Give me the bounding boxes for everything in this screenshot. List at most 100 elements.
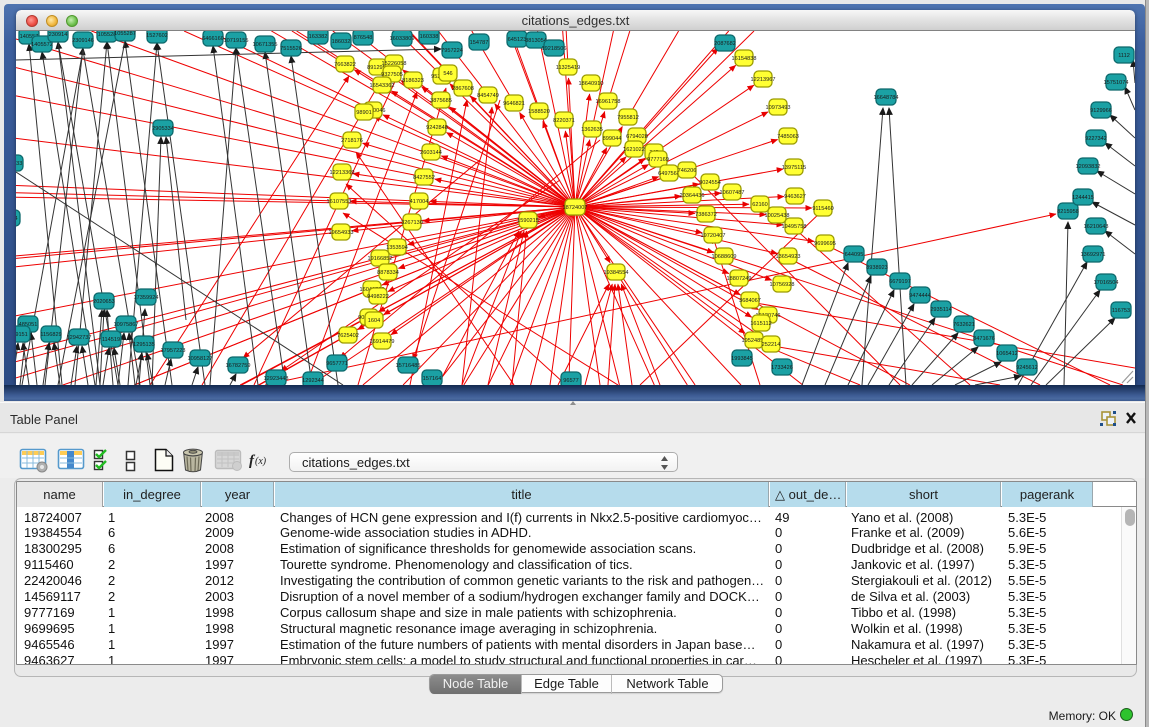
svg-text:16648784: 16648784 bbox=[874, 95, 899, 101]
svg-text:(x): (x) bbox=[255, 456, 267, 467]
svg-text:9699695: 9699695 bbox=[814, 241, 836, 247]
svg-text:645123: 645123 bbox=[508, 37, 527, 43]
svg-text:16154838: 16154838 bbox=[732, 56, 757, 62]
svg-text:9463627: 9463627 bbox=[784, 194, 806, 200]
svg-text:1244415: 1244415 bbox=[1072, 195, 1094, 201]
svg-text:1527602: 1527602 bbox=[146, 33, 168, 39]
svg-text:899044: 899044 bbox=[603, 136, 622, 142]
svg-text:12213369: 12213369 bbox=[330, 170, 355, 176]
svg-text:39151: 39151 bbox=[16, 332, 28, 338]
svg-text:1993845: 1993845 bbox=[731, 356, 753, 362]
svg-text:8938923: 8938923 bbox=[866, 265, 888, 271]
svg-text:62160: 62160 bbox=[752, 202, 768, 208]
svg-text:10688609: 10688609 bbox=[712, 254, 737, 260]
svg-text:2087682: 2087682 bbox=[714, 41, 736, 47]
svg-text:17359924: 17359924 bbox=[134, 295, 159, 301]
svg-text:10958127: 10958127 bbox=[188, 356, 213, 362]
svg-text:7955812: 7955812 bbox=[617, 115, 639, 121]
svg-text:417004: 417004 bbox=[410, 199, 429, 205]
svg-text:12093832: 12093832 bbox=[1076, 164, 1101, 170]
svg-text:7663822: 7663822 bbox=[334, 62, 356, 68]
svg-text:8878334: 8878334 bbox=[377, 270, 399, 276]
svg-text:17957223: 17957223 bbox=[161, 348, 186, 354]
svg-text:20364436: 20364436 bbox=[680, 193, 705, 199]
svg-text:9129966: 9129966 bbox=[1090, 108, 1112, 114]
svg-text:3267130: 3267130 bbox=[401, 220, 423, 226]
svg-text:2020653: 2020653 bbox=[93, 299, 115, 305]
svg-text:15751074: 15751074 bbox=[1104, 80, 1129, 86]
svg-text:13654923: 13654923 bbox=[776, 254, 801, 260]
svg-text:16914479: 16914479 bbox=[370, 339, 395, 345]
svg-text:9498222: 9498222 bbox=[367, 294, 389, 300]
svg-text:16107553: 16107553 bbox=[327, 199, 352, 205]
svg-text:9245612: 9245612 bbox=[1016, 365, 1038, 371]
svg-text:8220371: 8220371 bbox=[553, 118, 575, 124]
svg-text:1604: 1604 bbox=[368, 318, 380, 324]
svg-text:3875685: 3875685 bbox=[430, 98, 452, 104]
svg-text:6466160: 6466160 bbox=[202, 36, 224, 42]
svg-text:7515526: 7515526 bbox=[280, 46, 302, 52]
svg-text:746206: 746206 bbox=[678, 168, 697, 174]
svg-text:9646821: 9646821 bbox=[503, 101, 525, 107]
svg-text:1362635: 1362635 bbox=[581, 127, 603, 133]
svg-text:12942737: 12942737 bbox=[67, 335, 92, 341]
svg-text:1295135: 1295135 bbox=[133, 342, 155, 348]
svg-text:10025438: 10025438 bbox=[765, 213, 790, 219]
svg-text:18640910: 18640910 bbox=[579, 81, 604, 87]
svg-text:7386372: 7386372 bbox=[695, 212, 717, 218]
svg-text:10975867: 10975867 bbox=[114, 322, 139, 328]
svg-text:11325419: 11325419 bbox=[556, 65, 580, 71]
svg-text:160338: 160338 bbox=[420, 34, 439, 40]
svg-text:9227342: 9227342 bbox=[1085, 136, 1107, 142]
svg-text:644095: 644095 bbox=[845, 252, 864, 258]
svg-text:1621022: 1621022 bbox=[623, 147, 645, 153]
svg-text:19166852: 19166852 bbox=[368, 256, 393, 262]
svg-text:8427552: 8427552 bbox=[413, 175, 435, 181]
svg-text:2905334: 2905334 bbox=[152, 126, 174, 132]
svg-text:1353594: 1353594 bbox=[386, 245, 408, 251]
svg-text:16543362: 16543362 bbox=[370, 83, 395, 89]
svg-text:1292344: 1292344 bbox=[302, 378, 324, 384]
svg-text:1588520: 1588520 bbox=[528, 109, 550, 115]
svg-text:1156829: 1156829 bbox=[40, 332, 61, 338]
svg-text:9657771: 9657771 bbox=[326, 361, 348, 367]
svg-text:157164: 157164 bbox=[423, 376, 442, 382]
svg-text:2935114: 2935114 bbox=[930, 307, 951, 313]
svg-text:2603144: 2603144 bbox=[420, 150, 442, 156]
svg-text:17016504: 17016504 bbox=[1094, 280, 1119, 286]
svg-text:7632621: 7632621 bbox=[953, 322, 975, 328]
svg-text:9777169: 9777169 bbox=[647, 157, 669, 163]
svg-text:6497568: 6497568 bbox=[658, 171, 680, 177]
svg-text:19720407: 19720407 bbox=[701, 233, 726, 239]
svg-text:10756928: 10756928 bbox=[770, 282, 795, 288]
svg-text:186032: 186032 bbox=[332, 39, 351, 45]
svg-text:13692971: 13692971 bbox=[1081, 252, 1106, 258]
svg-text:96577: 96577 bbox=[563, 378, 579, 384]
svg-text:1065412: 1065412 bbox=[996, 351, 1018, 357]
svg-text:18807249: 18807249 bbox=[727, 276, 752, 282]
svg-text:98901: 98901 bbox=[356, 110, 372, 116]
svg-text:19384554: 19384554 bbox=[604, 270, 629, 276]
svg-text:163382: 163382 bbox=[309, 34, 328, 40]
svg-text:2867608: 2867608 bbox=[452, 86, 474, 92]
svg-text:193133: 193133 bbox=[16, 161, 22, 167]
svg-text:230914: 230914 bbox=[49, 32, 68, 38]
svg-text:16210643: 16210643 bbox=[1084, 224, 1109, 230]
svg-text:19654933: 19654933 bbox=[329, 230, 354, 236]
svg-text:8454749: 8454749 bbox=[477, 93, 499, 99]
svg-text:8471676: 8471676 bbox=[973, 336, 995, 342]
svg-text:8186323: 8186323 bbox=[402, 78, 424, 84]
svg-text:1590215: 1590215 bbox=[517, 218, 539, 224]
svg-text:18724007: 18724007 bbox=[563, 205, 588, 211]
svg-text:2718176: 2718176 bbox=[341, 138, 363, 144]
svg-text:7957224: 7957224 bbox=[441, 48, 463, 54]
svg-text:19495758: 19495758 bbox=[782, 224, 807, 230]
svg-text:28114: 28114 bbox=[16, 216, 18, 222]
svg-text:2309146: 2309146 bbox=[72, 38, 94, 44]
svg-text:19218506: 19218506 bbox=[542, 46, 567, 52]
svg-text:9474444: 9474444 bbox=[909, 293, 931, 299]
svg-text:7625402: 7625402 bbox=[337, 333, 359, 339]
svg-text:10607487: 10607487 bbox=[720, 190, 745, 196]
svg-text:1055287: 1055287 bbox=[114, 31, 136, 37]
svg-text:12213967: 12213967 bbox=[751, 77, 776, 83]
